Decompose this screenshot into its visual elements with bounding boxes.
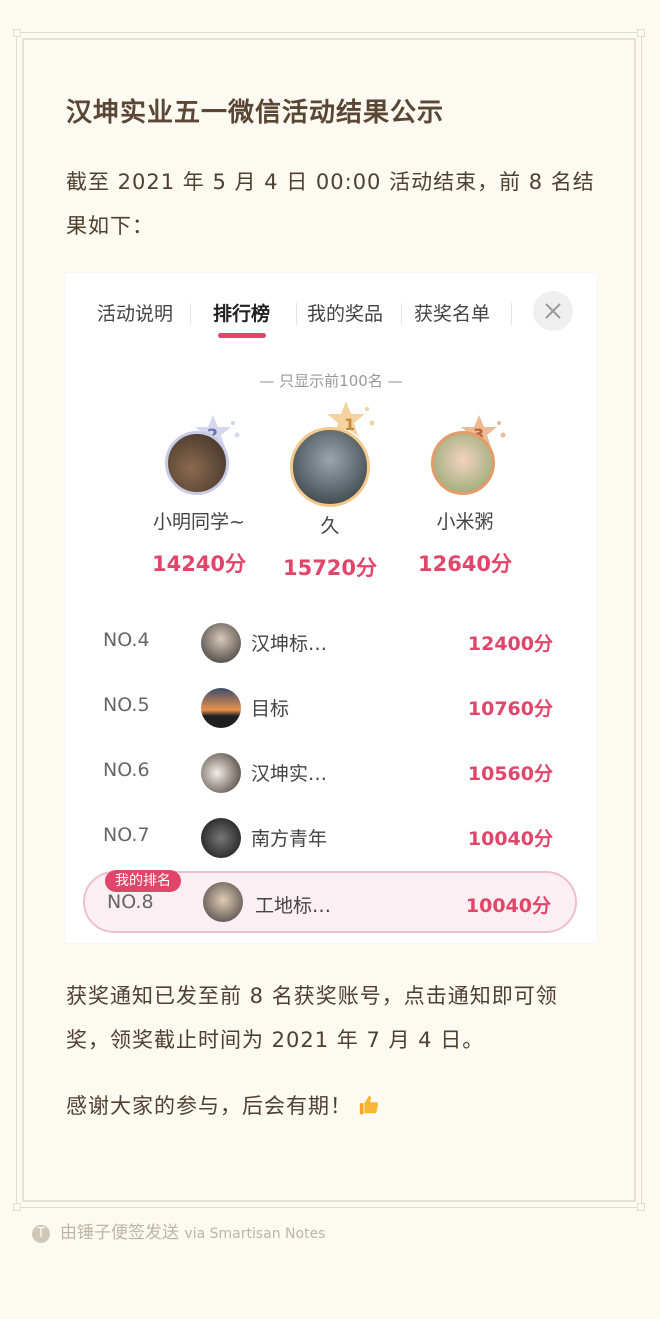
footer: T 由锤子便签发送 via Smartisan Notes xyxy=(32,1218,325,1243)
row-name: 南方青年 xyxy=(251,828,328,850)
note-title: 汉坤实业五一微信活动结果公示 xyxy=(66,98,445,128)
my-rank-badge: 我的排名 xyxy=(105,870,181,892)
row-score: 10560分 xyxy=(467,763,553,785)
podium-name: 久 xyxy=(320,515,340,537)
footer-via: via Smartisan Notes xyxy=(184,1226,326,1242)
award-notice-text: 获奖通知已发至前 8 名获奖账号，点击通知即可领奖，领奖截止时间为 2021 年… xyxy=(66,984,558,1052)
display-limit-note: — 只显示前100名 — xyxy=(259,372,403,390)
avatar xyxy=(201,688,241,728)
podium-name: 小米粥 xyxy=(436,511,494,533)
frame-corner xyxy=(13,1203,21,1211)
close-button[interactable] xyxy=(533,291,573,331)
row-score: 10040分 xyxy=(467,828,553,850)
avatar xyxy=(201,623,241,663)
table-row[interactable]: NO.6 汉坤实… 10560分 xyxy=(65,745,597,801)
tab-leaderboard[interactable]: 排行榜 xyxy=(213,299,270,326)
row-rank: NO.6 xyxy=(103,759,150,781)
row-name: 汉坤实… xyxy=(251,763,328,785)
thumbs-up-icon xyxy=(359,1095,379,1115)
table-row[interactable]: NO.7 南方青年 10040分 xyxy=(65,810,597,866)
frame-corner xyxy=(637,29,645,37)
row-name: 汉坤标… xyxy=(251,633,328,655)
frame-corner xyxy=(13,29,21,37)
avatar xyxy=(431,431,495,495)
thanks-label: 感谢大家的参与，后会有期！ xyxy=(66,1094,352,1118)
tab-divider xyxy=(190,303,191,325)
podium-score: 12640分 xyxy=(417,552,513,576)
row-score: 10760分 xyxy=(467,698,553,720)
tab-winners-list[interactable]: 获奖名单 xyxy=(414,299,490,326)
podium-rank-2[interactable]: 2 小明同学~ 14240分 xyxy=(129,409,269,578)
avatar xyxy=(201,818,241,858)
row-score: 10040分 xyxy=(465,895,551,917)
avatar xyxy=(203,882,243,922)
table-row[interactable]: NO.4 汉坤标… 12400分 xyxy=(65,615,597,671)
avatar xyxy=(290,427,370,507)
tab-activity-info[interactable]: 活动说明 xyxy=(97,299,173,326)
close-icon xyxy=(545,303,561,319)
podium-name: 小明同学~ xyxy=(153,511,245,533)
row-name: 工地标… xyxy=(255,895,332,917)
smartisan-logo-icon: T xyxy=(32,1225,50,1243)
avatar xyxy=(165,431,229,495)
row-rank: NO.4 xyxy=(103,629,150,651)
active-tab-indicator xyxy=(218,333,266,338)
row-rank: NO.8 xyxy=(107,891,154,913)
row-rank: NO.5 xyxy=(103,694,150,716)
tab-my-prizes[interactable]: 我的奖品 xyxy=(307,299,383,326)
tab-bar: 活动说明 排行榜 我的奖品 获奖名单 xyxy=(65,273,597,353)
footer-text: 由锤子便签发送 xyxy=(60,1223,179,1243)
podium-score: 14240分 xyxy=(151,552,247,576)
leaderboard-card: 活动说明 排行榜 我的奖品 获奖名单 — 只显示前100名 — 2 小明同学~ xyxy=(65,273,597,943)
avatar xyxy=(201,753,241,793)
tab-divider xyxy=(296,303,297,325)
frame-corner xyxy=(637,1203,645,1211)
tab-divider xyxy=(511,303,512,325)
row-rank: NO.7 xyxy=(103,824,150,846)
row-name: 目标 xyxy=(251,698,290,720)
tab-divider xyxy=(401,303,402,325)
row-score: 12400分 xyxy=(467,633,553,655)
podium-score: 15720分 xyxy=(282,556,378,580)
table-row[interactable]: NO.5 目标 10760分 xyxy=(65,680,597,736)
podium-rank-1[interactable]: 1 久 15720分 xyxy=(260,391,400,582)
intro-text: 截至 2021 年 5 月 4 日 00:00 活动结束，前 8 名结果如下： xyxy=(66,170,595,238)
podium-rank-3[interactable]: 3 小米粥 12640分 xyxy=(395,409,535,578)
thanks-text: 感谢大家的参与，后会有期！ xyxy=(66,1084,596,1128)
